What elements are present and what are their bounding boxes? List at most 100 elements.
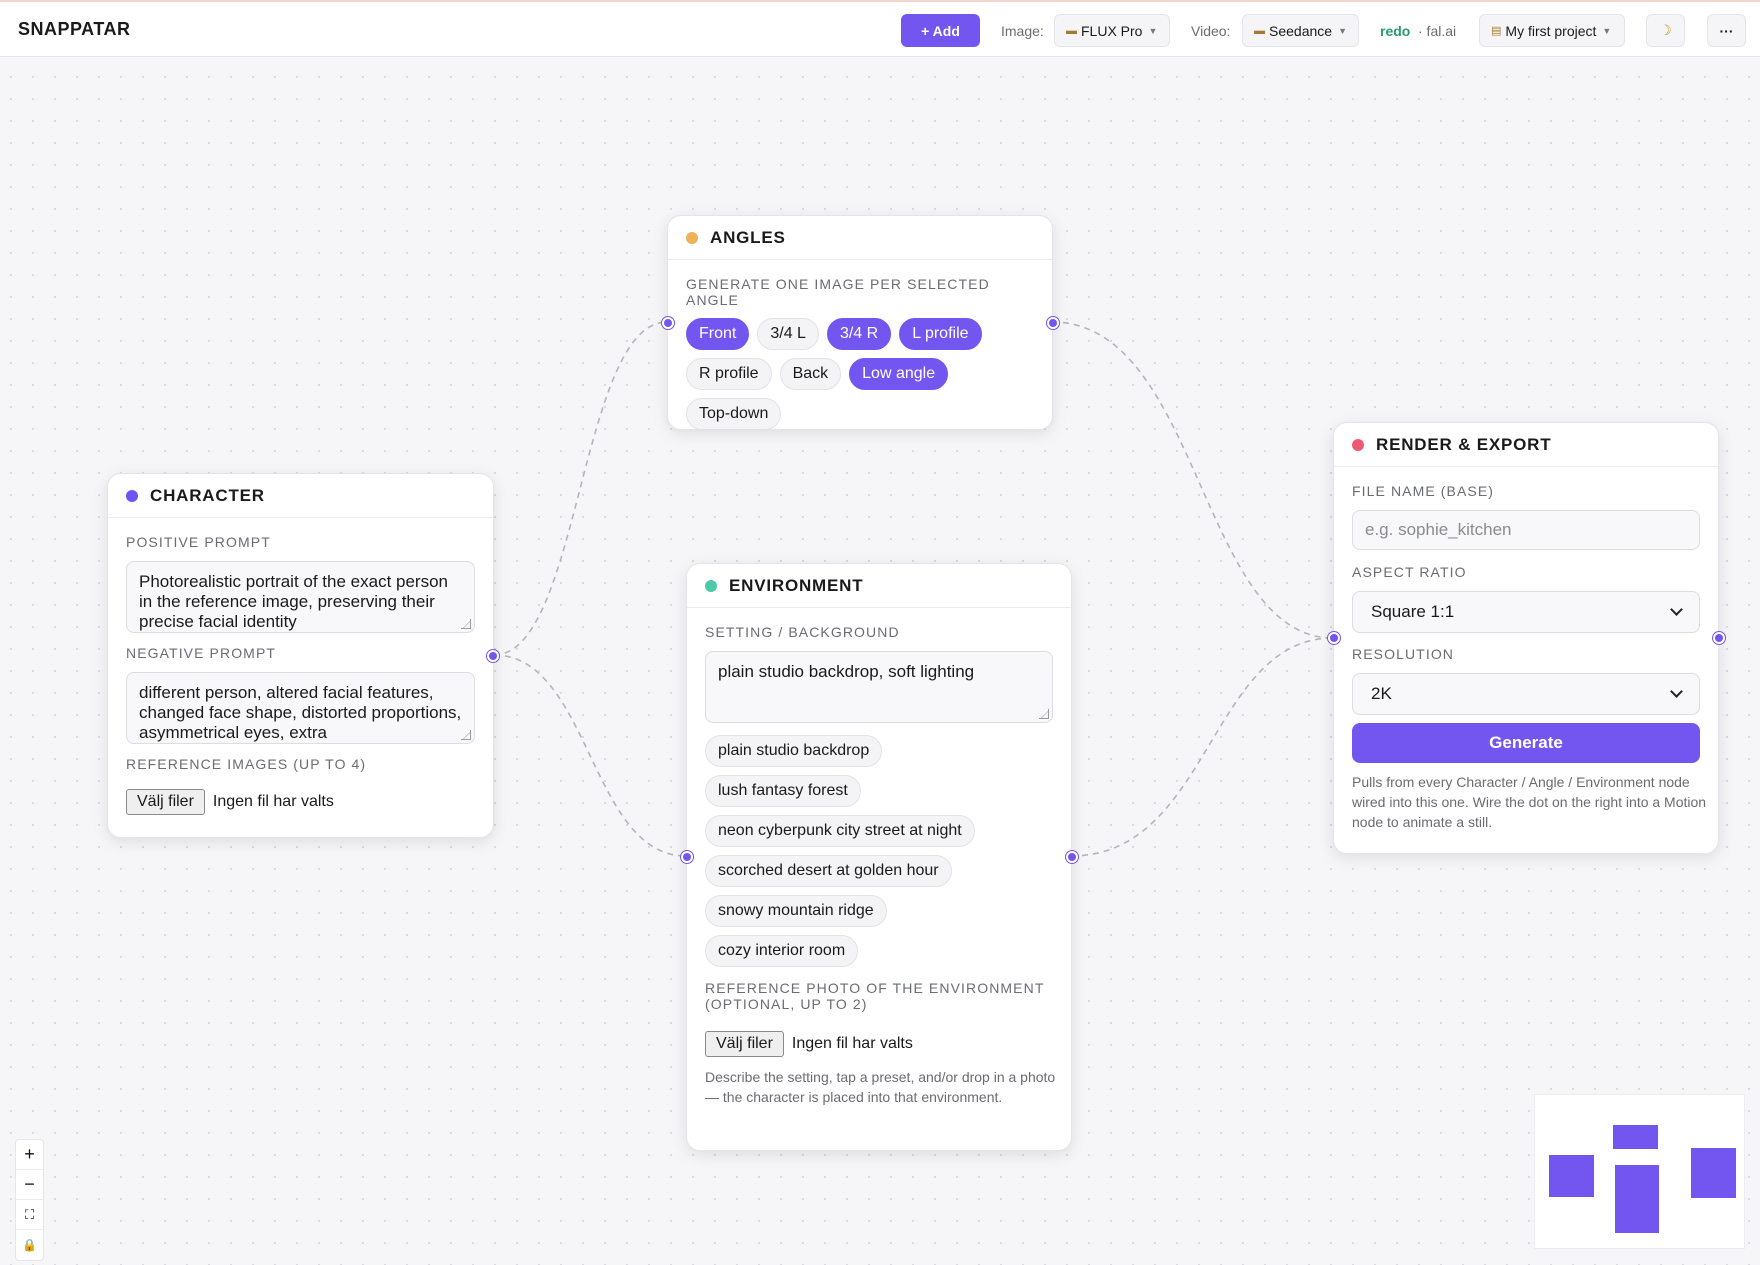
theme-toggle-icon[interactable]: ☽: [1646, 14, 1685, 47]
top-bar: SNAPPATAR + Add Image: ▬ FLUX Pro ▼ Video:…: [0, 0, 1760, 57]
environment-reference-label: REFERENCE PHOTO OF THE ENVIRONMENT (OPTI…: [705, 980, 1045, 1012]
negative-prompt-text: different person, altered facial feature…: [139, 683, 462, 742]
resize-handle-icon[interactable]: [461, 730, 471, 740]
aspect-ratio-label: ASPECT RATIO: [1352, 564, 1467, 580]
edge-angles-render: [1051, 321, 1334, 639]
minimap-node-environment: [1615, 1165, 1659, 1233]
model-icon: ▬: [1066, 24, 1077, 37]
angle-chip-three-quarter-left[interactable]: 3/4 L: [757, 318, 819, 350]
environment-help-text: Describe the setting, tap a preset, and/…: [705, 1069, 1056, 1105]
preset-chip[interactable]: neon cyberpunk city street at night: [705, 815, 975, 847]
node-title: CHARACTER: [150, 485, 265, 505]
preset-chip[interactable]: cozy interior room: [705, 935, 859, 967]
node-title: ENVIRONMENT: [729, 575, 864, 595]
add-button[interactable]: + Add: [901, 14, 980, 47]
output-handle[interactable]: [487, 650, 499, 662]
setting-input[interactable]: plain studio backdrop, soft lighting: [705, 651, 1053, 723]
zoom-out-icon[interactable]: −: [16, 1170, 43, 1200]
chevron-down-icon: ▼: [1602, 25, 1612, 36]
output-handle[interactable]: [1047, 317, 1059, 329]
file-name-label: FILE NAME (BASE): [1352, 483, 1495, 499]
resize-handle-icon[interactable]: [461, 619, 471, 629]
setting-label: SETTING / BACKGROUND: [705, 624, 900, 640]
resolution-select[interactable]: 2K: [1352, 673, 1700, 715]
preset-chip[interactable]: plain studio backdrop: [705, 735, 883, 767]
reference-images-file-input[interactable]: Välj filer Ingen fil har valts: [126, 789, 475, 815]
resize-handle-icon[interactable]: [1039, 709, 1049, 719]
setting-text: plain studio backdrop, soft lighting: [718, 662, 975, 681]
negative-prompt-label: NEGATIVE PROMPT: [126, 645, 277, 661]
minimap-node-angles: [1613, 1125, 1658, 1149]
chevron-down-icon: ▼: [1338, 25, 1347, 36]
aspect-ratio-select[interactable]: Square 1:1: [1352, 591, 1700, 633]
render-help-text: Pulls from every Character / Angle / Env…: [1352, 774, 1707, 830]
image-model-select[interactable]: ▬ FLUX Pro ▼: [1054, 14, 1170, 47]
node-header[interactable]: CHARACTER: [108, 474, 493, 518]
node-status-dot: [686, 231, 698, 244]
environment-reference-file-input[interactable]: Välj filer Ingen fil har valts: [705, 1031, 1053, 1057]
node-header[interactable]: RENDER & EXPORT: [1334, 423, 1718, 467]
video-model-label: Video:: [1191, 23, 1231, 39]
video-model-select[interactable]: ▬ Seedance ▼: [1242, 14, 1359, 47]
negative-prompt-input[interactable]: different person, altered facial feature…: [126, 672, 475, 744]
image-model-value: FLUX Pro: [1081, 22, 1143, 39]
file-status: Ingen fil har valts: [791, 1035, 913, 1052]
fit-view-icon[interactable]: ⛶: [16, 1200, 43, 1230]
angle-chip-right-profile[interactable]: R profile: [686, 358, 772, 390]
video-model-value: Seedance: [1269, 22, 1333, 39]
angle-chip-left-profile[interactable]: L profile: [899, 318, 982, 350]
chevron-down-icon: [1670, 603, 1683, 616]
edge-environment-render: [1070, 637, 1334, 857]
app-brand: SNAPPATAR: [18, 19, 131, 39]
zoom-in-icon[interactable]: +: [16, 1140, 43, 1170]
input-handle[interactable]: [681, 851, 693, 863]
model-icon: ▬: [1254, 24, 1265, 37]
folder-icon: ▤: [1491, 25, 1502, 37]
preset-chip[interactable]: lush fantasy forest: [705, 775, 861, 807]
node-header[interactable]: ENVIRONMENT: [687, 564, 1071, 608]
provider-label: · fal.ai: [1418, 23, 1457, 39]
chevron-down-icon: [1670, 685, 1683, 698]
more-menu-icon[interactable]: ···: [1707, 14, 1746, 47]
resolution-label: RESOLUTION: [1352, 646, 1455, 662]
choose-files-button[interactable]: Välj filer: [705, 1031, 784, 1057]
node-status-dot: [126, 489, 138, 502]
output-handle[interactable]: [1066, 851, 1078, 863]
environment-node[interactable]: ENVIRONMENT SETTING / BACKGROUND plain s…: [681, 563, 1078, 1151]
angle-chip-top-down[interactable]: Top-down: [686, 398, 782, 430]
resolution-value: 2K: [1371, 684, 1392, 703]
node-title: ANGLES: [710, 227, 786, 247]
generate-button[interactable]: Generate: [1352, 723, 1700, 763]
redo-link[interactable]: redo: [1380, 23, 1410, 39]
input-handle[interactable]: [662, 317, 674, 329]
choose-files-button[interactable]: Välj filer: [126, 789, 205, 815]
output-handle[interactable]: [1713, 632, 1725, 644]
angle-chip-back[interactable]: Back: [779, 358, 842, 390]
input-handle[interactable]: [1328, 632, 1340, 644]
node-status-dot: [1352, 438, 1364, 451]
project-select[interactable]: ▤ My first project ▼: [1479, 14, 1625, 47]
angles-node[interactable]: ANGLES GENERATE ONE IMAGE PER SELECTED A…: [662, 215, 1059, 430]
lock-icon[interactable]: 🔒: [16, 1230, 43, 1260]
preset-chip[interactable]: scorched desert at golden hour: [705, 855, 952, 887]
project-value: My first project: [1505, 22, 1597, 39]
file-status: Ingen fil har valts: [212, 793, 334, 810]
canvas-controls: + − ⛶ 🔒: [15, 1139, 44, 1261]
angles-label: GENERATE ONE IMAGE PER SELECTED ANGLE: [686, 276, 990, 308]
minimap[interactable]: [1534, 1094, 1745, 1249]
minimap-node-character: [1549, 1155, 1594, 1197]
edge-character-angles: [493, 321, 668, 656]
angle-chip-front[interactable]: Front: [686, 318, 750, 350]
positive-prompt-text: Photorealistic portrait of the exact per…: [139, 572, 448, 631]
angle-chip-low-angle[interactable]: Low angle: [849, 358, 949, 390]
angle-chip-three-quarter-right[interactable]: 3/4 R: [826, 318, 892, 350]
reference-images-label: REFERENCE IMAGES (UP TO 4): [126, 756, 367, 772]
render-export-node[interactable]: RENDER & EXPORT FILE NAME (BASE) e.g. so…: [1328, 422, 1725, 854]
file-name-input[interactable]: e.g. sophie_kitchen: [1352, 510, 1700, 550]
chevron-down-icon: ▼: [1148, 25, 1158, 36]
positive-prompt-input[interactable]: Photorealistic portrait of the exact per…: [126, 561, 475, 633]
preset-chip[interactable]: snowy mountain ridge: [705, 895, 887, 927]
node-header[interactable]: ANGLES: [668, 216, 1052, 260]
image-model-label: Image:: [1001, 23, 1044, 39]
character-node[interactable]: CHARACTER POSITIVE PROMPT Photorealistic…: [107, 473, 499, 838]
